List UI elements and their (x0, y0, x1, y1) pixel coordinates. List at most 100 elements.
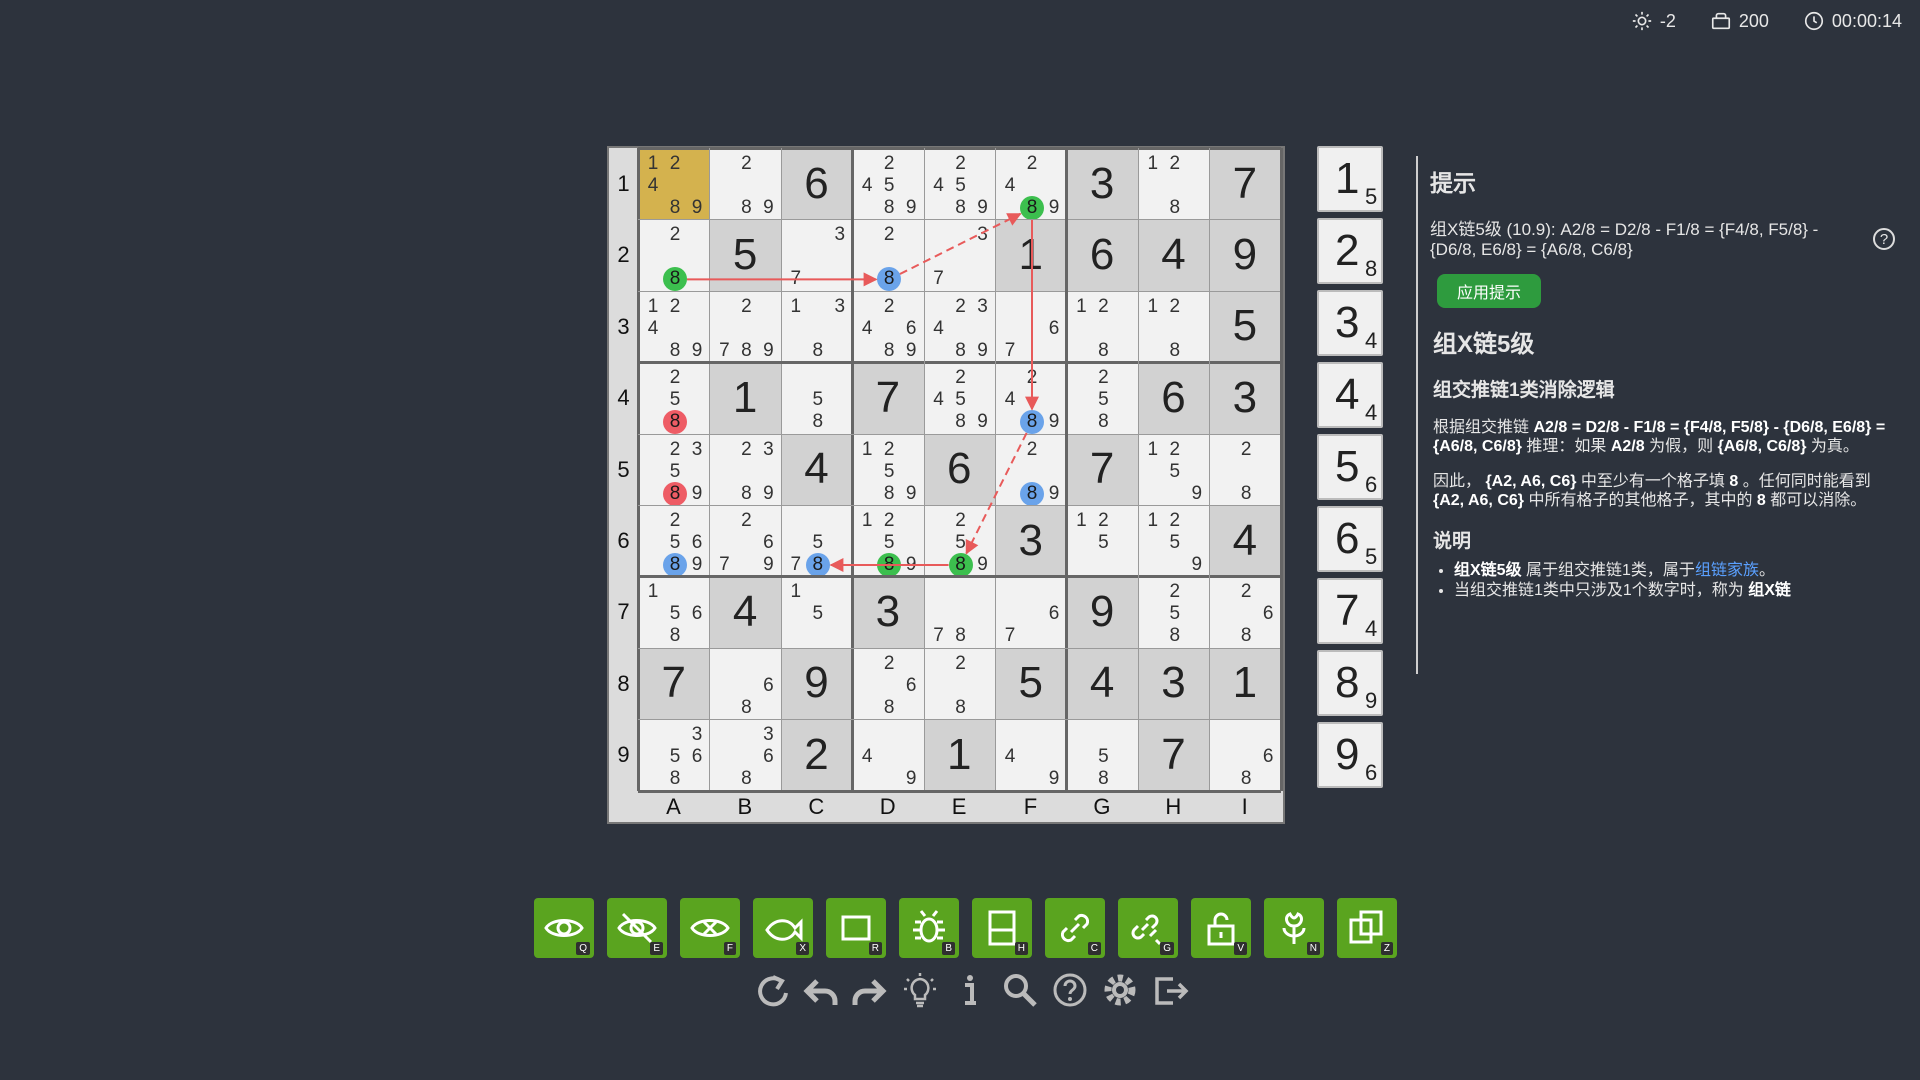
sudoku-cell[interactable]: 6 (923, 433, 995, 505)
sudoku-cell[interactable]: 58 (780, 362, 853, 434)
copy-tool-button[interactable]: Z (1337, 898, 1397, 958)
number-button-3[interactable]: 34 (1317, 290, 1383, 356)
sudoku-cell[interactable]: 2 (780, 719, 853, 791)
sudoku-cell[interactable]: 6 (1066, 219, 1138, 291)
sudoku-cell[interactable]: 12589 (852, 505, 924, 577)
sudoku-cell[interactable]: 67 (995, 290, 1067, 363)
number-button-5[interactable]: 56 (1317, 434, 1383, 500)
sudoku-cell[interactable]: 1259 (1137, 433, 1210, 505)
sudoku-cell[interactable]: 25689 (638, 505, 710, 577)
sudoku-cell[interactable]: 3 (995, 505, 1067, 577)
sudoku-cell[interactable]: 12489 (638, 148, 710, 220)
sudoku-cell[interactable]: 7 (852, 362, 924, 434)
sudoku-cell[interactable]: 3 (1066, 148, 1138, 220)
sudoku-cell[interactable]: 1 (923, 719, 995, 791)
sudoku-cell[interactable]: 2389 (709, 433, 781, 505)
sudoku-cell[interactable]: 7 (1137, 719, 1210, 791)
sudoku-cell[interactable]: 28 (923, 647, 995, 720)
sudoku-cell[interactable]: 258 (1066, 362, 1138, 434)
sudoku-cell[interactable]: 2 89 (995, 433, 1067, 506)
sudoku-cell[interactable]: 67 (995, 576, 1067, 648)
number-button-7[interactable]: 74 (1317, 578, 1383, 644)
sudoku-cell[interactable]: 4 (1137, 219, 1210, 291)
sudoku-cell[interactable]: 24 689 (852, 290, 924, 363)
sudoku-cell[interactable]: 5 (709, 219, 781, 291)
unlock-tool-button[interactable]: V (1191, 898, 1251, 958)
sudoku-cell[interactable]: 58 (1066, 719, 1138, 791)
sudoku-cell[interactable]: 7 (638, 647, 710, 720)
eye-filter-tool-button[interactable]: F (680, 898, 740, 958)
help-circle-icon[interactable]: ? (1873, 228, 1895, 250)
sudoku-cell[interactable]: 37 (923, 219, 995, 291)
sudoku-cell[interactable]: 368 (709, 719, 781, 791)
sudoku-cell[interactable]: 4 (709, 576, 781, 648)
sudoku-cell[interactable]: 1259 (1137, 505, 1210, 577)
sudoku-cell[interactable]: 28 (1209, 433, 1281, 505)
rectangle-tool-button[interactable]: R (826, 898, 886, 958)
sudoku-cell[interactable]: 37 (780, 219, 853, 291)
sudoku-cell[interactable]: 28 (638, 219, 710, 292)
sudoku-cell[interactable]: 24589 (852, 148, 924, 220)
sudoku-cell[interactable]: 3 (1137, 647, 1210, 720)
sudoku-cell[interactable]: 4 (1066, 647, 1138, 720)
exit-button[interactable] (1150, 970, 1190, 1010)
number-button-8[interactable]: 89 (1317, 650, 1383, 716)
sudoku-cell[interactable]: 6 (780, 148, 853, 220)
chain-family-link[interactable]: 组链家族 (1695, 562, 1759, 579)
sudoku-cell[interactable]: 2 89 (709, 148, 781, 220)
sudoku-cell[interactable]: 1 (709, 362, 781, 434)
sudoku-cell[interactable]: 268 (1209, 576, 1281, 648)
sudoku-cell[interactable]: 2589 (923, 505, 995, 577)
eye-off-tool-button[interactable]: E (607, 898, 667, 958)
sudoku-cell[interactable]: 7 (1209, 148, 1281, 220)
sudoku-cell[interactable]: 12589 (852, 433, 924, 505)
sudoku-cell[interactable]: 3 (852, 576, 924, 648)
link-tool-button[interactable]: C (1045, 898, 1105, 958)
sudoku-cell[interactable]: 4 (1209, 505, 1281, 577)
flower-tool-button[interactable]: N (1264, 898, 1324, 958)
split-box-tool-button[interactable]: H (972, 898, 1032, 958)
hint-bulb-button[interactable] (900, 970, 940, 1010)
sudoku-cell[interactable]: 268 (852, 647, 924, 720)
sudoku-cell[interactable]: 9 (1066, 576, 1138, 648)
sudoku-cell[interactable]: 5 (1209, 290, 1281, 363)
bug-tool-button[interactable]: B (899, 898, 959, 958)
sudoku-board[interactable]: 1248928962458924589248931287285372837164… (607, 146, 1285, 824)
number-button-6[interactable]: 65 (1317, 506, 1383, 572)
sudoku-cell[interactable]: 9 (780, 647, 853, 720)
search-button[interactable] (1000, 970, 1040, 1010)
sudoku-cell[interactable]: 125 (1066, 505, 1138, 577)
sudoku-cell[interactable]: 15 (780, 576, 853, 648)
info-button[interactable] (950, 970, 990, 1010)
sudoku-cell[interactable]: 2489 (995, 148, 1067, 220)
sudoku-cell[interactable]: 578 (780, 505, 853, 577)
sudoku-cell[interactable]: 24589 (923, 148, 995, 220)
sudoku-cell[interactable]: 1568 (638, 576, 710, 648)
settings-button[interactable] (1100, 970, 1140, 1010)
number-button-1[interactable]: 15 (1317, 146, 1383, 212)
sudoku-cell[interactable]: 1 38 (780, 290, 853, 363)
sudoku-cell[interactable]: 78 (923, 576, 995, 648)
sudoku-cell[interactable]: 68 (1209, 719, 1281, 791)
sudoku-cell[interactable]: 28 (852, 219, 924, 292)
apply-hint-button[interactable]: 应用提示 (1437, 274, 1542, 308)
link-group-tool-button[interactable]: G (1118, 898, 1178, 958)
sudoku-cell[interactable]: 3568 (638, 719, 710, 791)
number-button-4[interactable]: 44 (1317, 362, 1383, 428)
sudoku-cell[interactable]: 49 (995, 719, 1067, 791)
fish-tool-button[interactable]: X (753, 898, 813, 958)
eye-tool-button[interactable]: Q (534, 898, 594, 958)
restart-button[interactable] (750, 970, 790, 1010)
sudoku-cell[interactable]: 12 8 (1066, 290, 1138, 363)
sudoku-cell[interactable]: 12 8 (1137, 148, 1210, 220)
sudoku-cell[interactable]: 6 (1137, 362, 1210, 434)
help-button[interactable] (1050, 970, 1090, 1010)
undo-button[interactable] (800, 970, 840, 1010)
sudoku-cell[interactable]: 258 (638, 362, 710, 435)
sudoku-cell[interactable]: 49 (852, 719, 924, 791)
sudoku-cell[interactable]: 2789 (709, 290, 781, 363)
sudoku-cell[interactable]: 26 7 9 (709, 505, 781, 577)
number-button-9[interactable]: 96 (1317, 722, 1383, 788)
sudoku-cell[interactable]: 258 (1137, 576, 1210, 648)
sudoku-cell[interactable]: 3 (1209, 362, 1281, 434)
